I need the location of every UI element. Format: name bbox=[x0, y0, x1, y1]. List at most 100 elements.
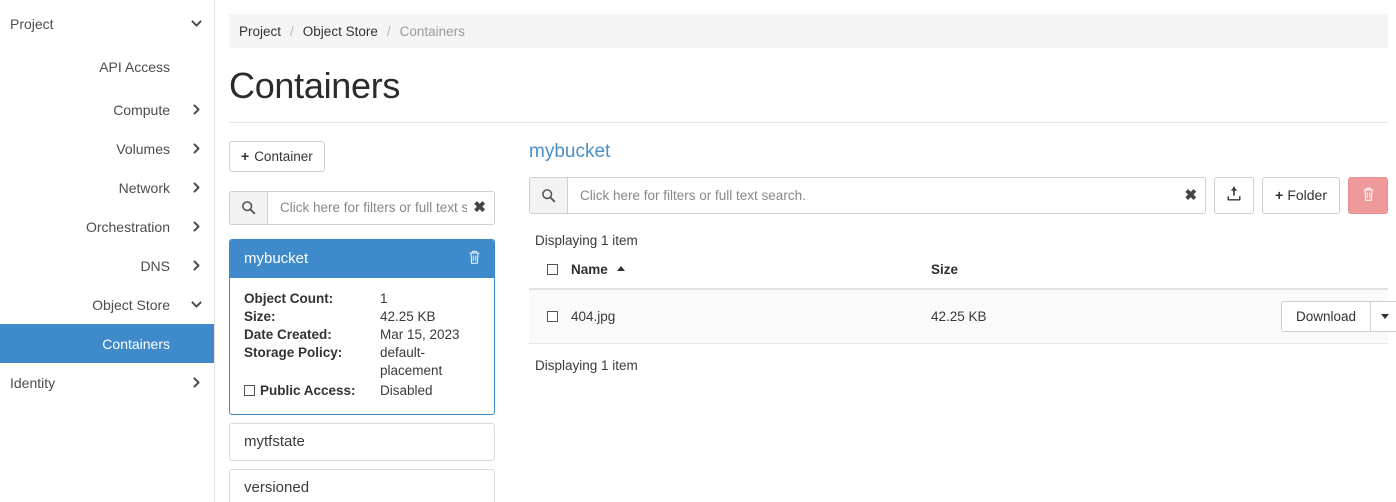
container-list-item[interactable]: versioned bbox=[229, 468, 495, 502]
sidebar-item-dns[interactable]: DNS bbox=[0, 246, 214, 285]
app-root: Project API Access Compute Volumes Netwo… bbox=[0, 0, 1396, 502]
displaying-count-top: Displaying 1 item bbox=[535, 232, 638, 248]
create-folder-button[interactable]: + Folder bbox=[1262, 176, 1340, 214]
objects-panel: mybucket ✖ bbox=[529, 141, 1396, 373]
create-container-label: Container bbox=[254, 148, 313, 164]
sidebar-item-network[interactable]: Network bbox=[0, 168, 214, 207]
no-icon bbox=[188, 59, 204, 75]
search-icon[interactable] bbox=[229, 190, 267, 225]
detail-storage-policy: Storage Policy: default-placement bbox=[244, 344, 480, 380]
chevron-right-icon bbox=[188, 375, 204, 391]
bucket-title[interactable]: mybucket bbox=[529, 141, 1388, 163]
sidebar-item-label: Volumes bbox=[116, 140, 170, 157]
sidebar-item-api-access[interactable]: API Access bbox=[0, 43, 214, 90]
breadcrumb-item-containers: Containers bbox=[399, 23, 465, 39]
sidebar-item-label: Identity bbox=[10, 374, 56, 391]
detail-object-count: Object Count: 1 bbox=[244, 290, 480, 308]
detail-key: Storage Policy: bbox=[244, 344, 343, 360]
select-all-header bbox=[529, 261, 571, 290]
sidebar-item-compute[interactable]: Compute bbox=[0, 90, 214, 129]
detail-value: 1 bbox=[380, 290, 388, 306]
chevron-down-icon bbox=[188, 297, 204, 313]
row-actions-dropdown-toggle[interactable] bbox=[1371, 300, 1396, 332]
detail-value: default-placement bbox=[380, 344, 443, 378]
sidebar-item-label: DNS bbox=[140, 257, 170, 274]
sidebar-item-label: Orchestration bbox=[85, 218, 170, 235]
download-button[interactable]: Download bbox=[1281, 300, 1372, 332]
column-header-size[interactable]: Size bbox=[931, 261, 1281, 290]
delete-objects-button[interactable] bbox=[1348, 176, 1388, 214]
sidebar-item-label: API Access bbox=[99, 58, 170, 75]
container-name: mybucket bbox=[244, 250, 309, 268]
upload-button[interactable] bbox=[1214, 176, 1255, 214]
breadcrumb-item-object-store[interactable]: Object Store bbox=[303, 24, 378, 39]
sidebar-item-identity[interactable]: Identity bbox=[0, 363, 214, 402]
container-card-selected[interactable]: mybucket Object Count: 1 Size: 42.25 KB bbox=[229, 238, 495, 415]
row-select-cell bbox=[529, 288, 571, 344]
clear-x-icon[interactable]: ✖ bbox=[1185, 188, 1198, 203]
chevron-down-icon bbox=[188, 16, 204, 32]
container-filter: ✖ bbox=[229, 190, 495, 225]
download-button-group: Download bbox=[1281, 300, 1396, 332]
public-access-checkbox[interactable] bbox=[244, 385, 255, 397]
public-access-label: Public Access: bbox=[260, 382, 356, 398]
detail-value: 42.25 KB bbox=[380, 308, 436, 324]
sidebar-item-orchestration[interactable]: Orchestration bbox=[0, 207, 214, 246]
sidebar: Project API Access Compute Volumes Netwo… bbox=[0, 0, 215, 502]
breadcrumb-separator: / bbox=[386, 23, 391, 39]
chevron-right-icon bbox=[188, 180, 204, 196]
container-name: mytfstate bbox=[244, 433, 305, 451]
plus-icon: + bbox=[241, 148, 250, 165]
object-filter-input[interactable] bbox=[578, 186, 1181, 204]
detail-size: Size: 42.25 KB bbox=[244, 308, 480, 326]
table-row[interactable]: 404.jpg 42.25 KB Download bbox=[529, 288, 1396, 344]
detail-key: Public Access: bbox=[244, 382, 380, 400]
sidebar-item-containers[interactable]: Containers bbox=[0, 324, 214, 363]
column-header-label: Name bbox=[571, 261, 608, 277]
chevron-right-icon bbox=[188, 258, 204, 274]
sidebar-item-project[interactable]: Project bbox=[0, 4, 214, 43]
cell-object-size: 42.25 KB bbox=[931, 288, 1281, 344]
object-filter-wrap: ✖ bbox=[567, 176, 1207, 214]
no-icon bbox=[188, 336, 204, 352]
object-filter: ✖ bbox=[529, 176, 1207, 214]
containers-panel: + Container ✖ mybucket bbox=[229, 140, 497, 502]
container-filter-wrap: ✖ bbox=[267, 190, 495, 225]
detail-value: Mar 15, 2023 bbox=[380, 326, 460, 342]
sidebar-item-label: Network bbox=[118, 179, 170, 196]
sort-asc-icon bbox=[616, 265, 625, 271]
column-header-name[interactable]: Name bbox=[571, 261, 931, 290]
chevron-right-icon bbox=[188, 141, 204, 157]
container-list-item[interactable]: mytfstate bbox=[229, 422, 495, 461]
detail-key: Date Created: bbox=[244, 326, 332, 342]
sidebar-item-object-store[interactable]: Object Store bbox=[0, 285, 214, 324]
detail-key: Object Count: bbox=[244, 290, 334, 306]
upload-icon bbox=[1226, 186, 1242, 205]
cell-object-name: 404.jpg bbox=[571, 288, 931, 344]
sidebar-item-volumes[interactable]: Volumes bbox=[0, 129, 214, 168]
sidebar-item-label: Compute bbox=[113, 101, 170, 118]
main-content: Project / Object Store / Containers Cont… bbox=[215, 0, 1396, 502]
select-all-checkbox[interactable] bbox=[547, 263, 558, 275]
container-card-header: mybucket bbox=[230, 239, 494, 278]
sidebar-item-label: Project bbox=[10, 15, 54, 32]
plus-icon: + bbox=[1275, 187, 1284, 204]
table-header-row: Name Size bbox=[529, 261, 1388, 290]
detail-key: Size: bbox=[244, 308, 276, 324]
column-header-label: Size bbox=[931, 261, 959, 277]
objects-toolbar: ✖ + Folder bbox=[529, 176, 1388, 214]
search-icon[interactable] bbox=[529, 176, 567, 214]
chevron-right-icon bbox=[188, 219, 204, 235]
displaying-count-bottom: Displaying 1 item bbox=[535, 357, 638, 373]
content-area: + Container ✖ mybucket bbox=[229, 140, 1396, 502]
trash-icon[interactable] bbox=[467, 249, 482, 269]
breadcrumb: Project / Object Store / Containers bbox=[229, 14, 1388, 48]
sidebar-item-label: Containers bbox=[102, 335, 170, 352]
objects-table: Name Size 404.jpg 42.25 KB Download bbox=[529, 261, 1396, 344]
page-title: Containers bbox=[229, 65, 401, 106]
breadcrumb-item-project[interactable]: Project bbox=[239, 24, 281, 39]
container-filter-input[interactable] bbox=[278, 199, 470, 217]
create-container-button[interactable]: + Container bbox=[229, 140, 325, 172]
row-checkbox[interactable] bbox=[547, 310, 558, 322]
clear-x-icon[interactable]: ✖ bbox=[473, 200, 486, 215]
